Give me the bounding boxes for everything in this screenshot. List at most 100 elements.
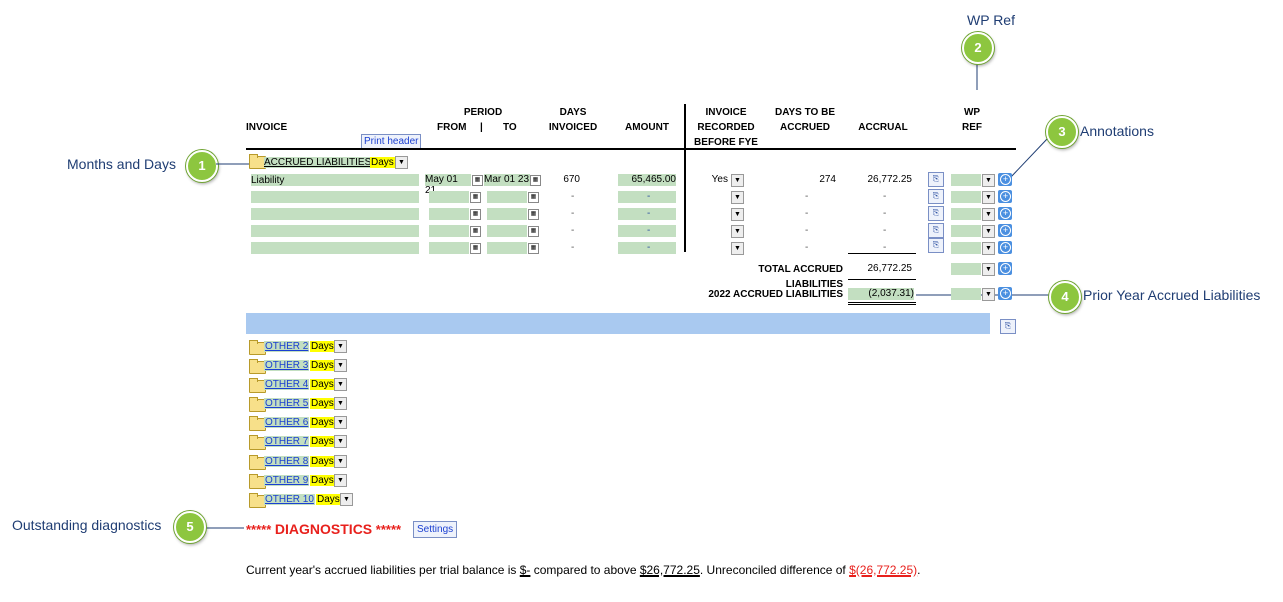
section-link-other-6[interactable]: OTHER 6	[264, 417, 310, 428]
recorded-dropdown[interactable]: ▼	[731, 208, 744, 221]
wp-ref-dropdown[interactable]: ▼	[982, 242, 995, 255]
section-mode-dropdown[interactable]: ▼	[395, 156, 408, 169]
annotation-add-icon[interactable]: +	[998, 190, 1012, 203]
from-cell[interactable]	[429, 208, 469, 220]
calendar-icon[interactable]: ▦	[528, 192, 539, 203]
section-link-other-8[interactable]: OTHER 8	[264, 456, 310, 467]
section-link-other-4[interactable]: OTHER 4	[264, 379, 310, 390]
settings-button[interactable]: Settings	[413, 521, 458, 538]
amount-cell[interactable]: -	[618, 208, 676, 220]
section-link-accrued-liabilities[interactable]: ACCRUED LIABILITIES	[264, 157, 372, 168]
prior-year-value[interactable]: (2,037.31)	[848, 288, 914, 300]
to-cell[interactable]	[487, 242, 527, 254]
section-mode-dropdown[interactable]: ▼	[334, 359, 347, 372]
diagnostics-stars-left: *****	[246, 522, 272, 537]
section-mode-dropdown[interactable]: ▼	[334, 416, 347, 429]
annotation-add-icon[interactable]: +	[998, 262, 1012, 275]
accrual-sum-rule	[848, 253, 916, 254]
to-cell[interactable]	[487, 208, 527, 220]
wp-ref-dropdown[interactable]: ▼	[982, 174, 995, 187]
amount-cell[interactable]: -	[618, 242, 676, 254]
col-header-separator: |	[480, 122, 483, 133]
recorded-dropdown[interactable]: ▼	[731, 242, 744, 255]
from-cell[interactable]: May 01 21	[425, 174, 471, 196]
section-mode-dropdown[interactable]: ▼	[334, 435, 347, 448]
calendar-icon[interactable]: ▦	[528, 243, 539, 254]
annotation-add-icon[interactable]: +	[998, 173, 1012, 186]
wp-ref-dropdown[interactable]: ▼	[982, 263, 995, 276]
section-mode-dropdown[interactable]: ▼	[334, 397, 347, 410]
days-accrued: -	[805, 242, 809, 253]
section-link-other-10[interactable]: OTHER 10	[264, 494, 315, 505]
accrual-value: -	[883, 242, 887, 253]
calendar-icon[interactable]: ▦	[470, 209, 481, 220]
section-mode-dropdown[interactable]: ▼	[340, 493, 353, 506]
amount-cell[interactable]: -	[618, 225, 676, 237]
wp-ref-cell[interactable]	[951, 208, 981, 220]
calendar-icon[interactable]: ▦	[472, 175, 483, 186]
wp-ref-cell[interactable]	[951, 174, 981, 186]
from-cell[interactable]	[429, 225, 469, 237]
wp-ref-cell[interactable]	[951, 225, 981, 237]
to-cell[interactable]	[487, 225, 527, 237]
invoice-cell[interactable]	[251, 191, 419, 203]
attachment-icon[interactable]: ⎘	[928, 223, 944, 238]
attachment-icon[interactable]: ⎘	[928, 172, 944, 187]
attachment-icon[interactable]: ⎘	[1000, 319, 1016, 334]
calendar-icon[interactable]: ▦	[528, 226, 539, 237]
calendar-icon[interactable]: ▦	[470, 243, 481, 254]
section-mode-dropdown[interactable]: ▼	[334, 474, 347, 487]
invoice-cell[interactable]	[251, 225, 419, 237]
annotation-add-icon[interactable]: +	[998, 287, 1012, 300]
invoice-cell[interactable]	[251, 208, 419, 220]
days-invoiced: -	[571, 208, 575, 219]
trial-balance-link[interactable]: $-	[520, 563, 531, 577]
wp-ref-dropdown[interactable]: ▼	[982, 191, 995, 204]
calendar-icon[interactable]: ▦	[528, 209, 539, 220]
attachment-icon[interactable]: ⎘	[928, 238, 944, 253]
to-cell[interactable]: Mar 01 23	[484, 174, 530, 186]
invoice-cell[interactable]: Liability	[251, 174, 419, 186]
annotation-add-icon[interactable]: +	[998, 241, 1012, 254]
section-mode-dropdown[interactable]: ▼	[334, 340, 347, 353]
annotation-add-icon[interactable]: +	[998, 207, 1012, 220]
section-link-other-3[interactable]: OTHER 3	[264, 360, 310, 371]
recorded-dropdown[interactable]: ▼	[731, 225, 744, 238]
wp-ref-dropdown[interactable]: ▼	[982, 288, 995, 301]
wp-ref-dropdown[interactable]: ▼	[982, 225, 995, 238]
print-header-button[interactable]: Print header	[361, 134, 422, 149]
col-header-invoice: INVOICE	[246, 122, 288, 133]
section-mode: Days	[310, 360, 335, 371]
amount-cell[interactable]: -	[618, 191, 676, 203]
section-mode-dropdown[interactable]: ▼	[334, 378, 347, 391]
from-cell[interactable]	[429, 242, 469, 254]
calendar-icon[interactable]: ▦	[470, 192, 481, 203]
section-mode: Days	[310, 398, 335, 409]
calendar-icon[interactable]: ▦	[530, 175, 541, 186]
wp-ref-dropdown[interactable]: ▼	[982, 208, 995, 221]
calendar-icon[interactable]: ▦	[470, 226, 481, 237]
wp-ref-cell[interactable]	[951, 288, 981, 300]
section-link-other-2[interactable]: OTHER 2	[264, 341, 310, 352]
above-value: $26,772.25	[639, 563, 700, 577]
section-link-other-5[interactable]: OTHER 5	[264, 398, 310, 409]
recorded-dropdown[interactable]: ▼	[731, 174, 744, 187]
wp-ref-cell[interactable]	[951, 263, 981, 275]
annotation-add-icon[interactable]: +	[998, 224, 1012, 237]
section-link-other-9[interactable]: OTHER 9	[264, 475, 310, 486]
from-cell[interactable]	[429, 191, 469, 203]
wp-ref-cell[interactable]	[951, 242, 981, 254]
section-mode-dropdown[interactable]: ▼	[334, 455, 347, 468]
days-accrued: -	[805, 191, 809, 202]
wp-ref-cell[interactable]	[951, 191, 981, 203]
col-header-wp-1: WP	[963, 107, 981, 118]
invoice-cell[interactable]	[251, 242, 419, 254]
recorded-dropdown[interactable]: ▼	[731, 191, 744, 204]
attachment-icon[interactable]: ⎘	[928, 206, 944, 221]
attachment-icon[interactable]: ⎘	[928, 189, 944, 204]
section-mode: Days	[310, 417, 335, 428]
amount-cell[interactable]: 65,465.00	[618, 174, 676, 186]
to-cell[interactable]	[487, 191, 527, 203]
col-header-amount: AMOUNT	[625, 122, 669, 133]
section-link-other-7[interactable]: OTHER 7	[264, 436, 310, 447]
